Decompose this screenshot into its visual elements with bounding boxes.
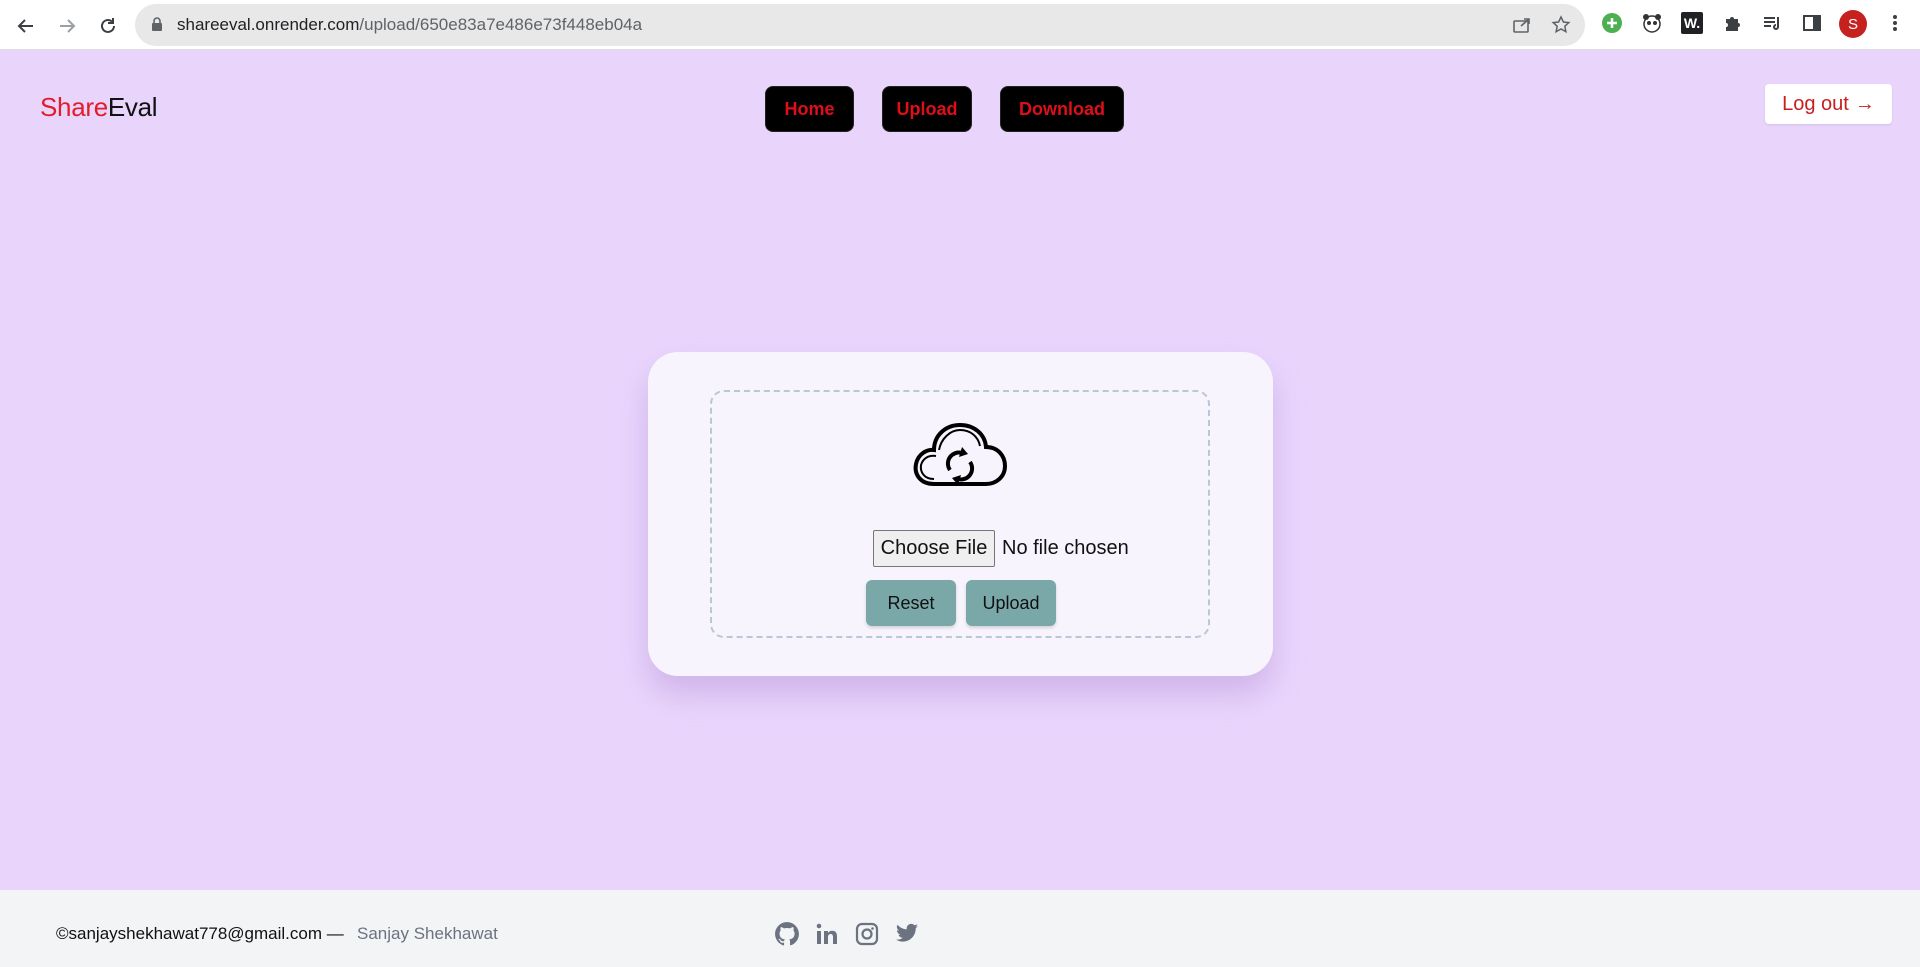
forward-icon[interactable]: [51, 10, 83, 42]
logout-label: Log out: [1782, 92, 1849, 115]
extension-green-icon[interactable]: [1601, 12, 1623, 34]
upload-dropzone[interactable]: Choose File No file chosen Reset Upload: [710, 390, 1210, 638]
more-icon[interactable]: [1884, 12, 1906, 34]
logout-button[interactable]: Log out →: [1765, 84, 1892, 124]
puzzle-icon[interactable]: [1721, 12, 1743, 34]
nav-download-button[interactable]: Download: [1000, 86, 1124, 132]
url-host: shareeval.onrender.com: [177, 15, 360, 34]
upload-submit-button[interactable]: Upload: [966, 580, 1056, 626]
choose-file-button[interactable]: Choose File: [873, 530, 995, 567]
sidepanel-icon[interactable]: [1801, 12, 1823, 34]
url-text[interactable]: shareeval.onrender.com/upload/650e83a7e4…: [177, 15, 642, 35]
arrow-right-icon: →: [1854, 92, 1875, 115]
upload-card: Choose File No file chosen Reset Upload: [648, 352, 1273, 676]
twitter-icon[interactable]: [893, 920, 921, 948]
site-logo[interactable]: ShareEval: [40, 92, 158, 123]
logo-share: Share: [40, 92, 108, 122]
panda-icon[interactable]: [1641, 12, 1663, 34]
reset-button[interactable]: Reset: [866, 580, 956, 626]
footer: ©sanjayshekhawat778@gmail.com — Sanjay S…: [0, 890, 1920, 967]
linkedin-icon[interactable]: [813, 920, 841, 948]
star-icon[interactable]: [1551, 15, 1571, 35]
file-status-text: No file chosen: [1002, 537, 1129, 559]
w-extension-icon[interactable]: W.: [1681, 12, 1703, 34]
back-icon[interactable]: [10, 10, 42, 42]
address-bar[interactable]: shareeval.onrender.com/upload/650e83a7e4…: [135, 4, 1585, 46]
footer-author[interactable]: Sanjay Shekhawat: [357, 924, 498, 944]
instagram-icon[interactable]: [853, 920, 881, 948]
nav-home-button[interactable]: Home: [765, 86, 854, 132]
footer-email[interactable]: ©sanjayshekhawat778@gmail.com —: [56, 924, 344, 944]
logo-eval: Eval: [107, 92, 158, 122]
profile-avatar[interactable]: S: [1839, 10, 1867, 38]
media-icon[interactable]: [1761, 12, 1783, 34]
lock-icon[interactable]: [151, 17, 163, 37]
nav-upload-button[interactable]: Upload: [882, 86, 972, 132]
browser-toolbar: shareeval.onrender.com/upload/650e83a7e4…: [0, 0, 1920, 50]
url-path: /upload/650e83a7e486e73f448eb04a: [359, 15, 643, 34]
reload-icon[interactable]: [92, 10, 124, 42]
cloud-sync-icon: [912, 420, 1008, 488]
github-icon[interactable]: [773, 920, 801, 948]
share-icon[interactable]: [1512, 15, 1532, 35]
